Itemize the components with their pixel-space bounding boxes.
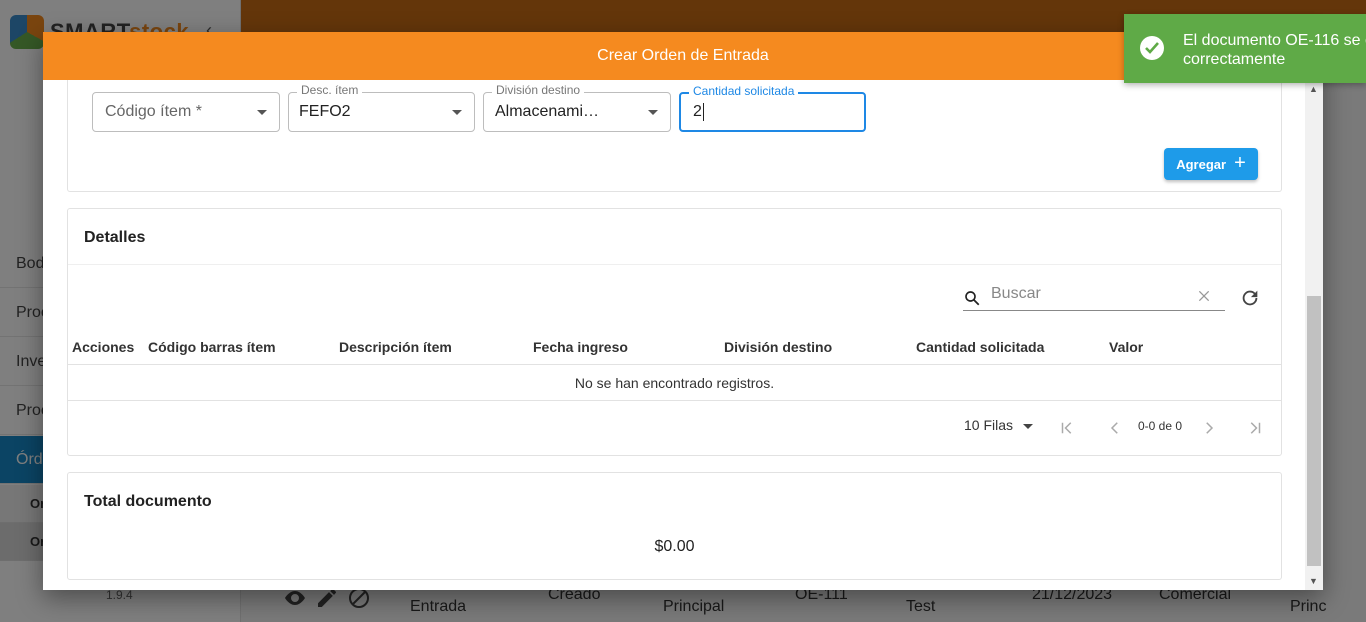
- search-icon: [965, 291, 980, 306]
- modal-scrollbar[interactable]: ▲ ▼: [1305, 80, 1323, 590]
- item-form-card: Código ítem * Desc. ítem FEFO2 División …: [67, 80, 1282, 192]
- total-document-title: Total documento: [84, 493, 212, 510]
- column-header-acciones[interactable]: Acciones: [72, 339, 134, 355]
- desc-item-value: FEFO2: [299, 103, 351, 120]
- last-page-icon[interactable]: [1246, 419, 1264, 437]
- page-info: 0-0 de 0: [1138, 419, 1183, 433]
- scroll-down-arrow-icon[interactable]: ▼: [1309, 576, 1318, 586]
- search-input[interactable]: Buscar: [991, 285, 1041, 303]
- column-header-descripcion[interactable]: Descripción ítem: [339, 339, 452, 355]
- pagination: 10 Filas 0-0 de 0: [68, 401, 1281, 455]
- column-header-cantidad-solicitada[interactable]: Cantidad solicitada: [916, 339, 1044, 355]
- empty-table-message: No se han encontrado registros.: [68, 366, 1281, 401]
- desc-item-select[interactable]: Desc. ítem FEFO2: [288, 83, 475, 132]
- details-title: Detalles: [84, 229, 146, 246]
- total-document-card: Total documento $0.00: [67, 472, 1282, 580]
- column-header-codigo-barras[interactable]: Código barras ítem: [148, 339, 276, 355]
- division-destino-label: División destino: [492, 83, 585, 97]
- check-circle-icon: [1140, 36, 1164, 60]
- codigo-item-select[interactable]: Código ítem *: [92, 92, 280, 132]
- first-page-icon[interactable]: [1058, 419, 1076, 437]
- cantidad-solicitada-label: Cantidad solicitada: [689, 84, 799, 98]
- division-destino-select[interactable]: División destino Almacenami…: [483, 83, 671, 132]
- codigo-item-placeholder: Código ítem *: [105, 103, 202, 120]
- cantidad-solicitada-input[interactable]: Cantidad solicitada 2: [679, 84, 866, 132]
- search-field[interactable]: Buscar: [963, 285, 1225, 311]
- plus-icon: +: [1234, 152, 1246, 174]
- table-header: Acciones Código barras ítem Descripción …: [68, 329, 1281, 365]
- add-item-button[interactable]: Agregar +: [1164, 148, 1258, 180]
- refresh-icon[interactable]: [1239, 287, 1261, 309]
- clear-search-icon[interactable]: [1197, 289, 1211, 303]
- dropdown-arrow-icon: [452, 110, 462, 115]
- dropdown-arrow-icon: [648, 110, 658, 115]
- divider: [68, 264, 1281, 265]
- column-header-fecha-ingreso[interactable]: Fecha ingreso: [533, 339, 628, 355]
- modal-body: Código ítem * Desc. ítem FEFO2 División …: [43, 80, 1305, 590]
- details-card: Detalles Buscar Acciones Código barras í…: [67, 208, 1282, 456]
- rows-per-page-value: 10 Filas: [964, 417, 1014, 433]
- scrollbar-thumb[interactable]: [1307, 296, 1321, 566]
- cantidad-solicitada-value: 2: [693, 103, 704, 121]
- dropdown-arrow-icon: [1023, 424, 1034, 429]
- scroll-up-arrow-icon[interactable]: ▲: [1309, 84, 1318, 94]
- division-destino-value: Almacenami…: [495, 103, 600, 120]
- toast-message-line-1: El documento OE-116 se c: [1183, 32, 1366, 49]
- desc-item-label: Desc. ítem: [297, 83, 363, 97]
- column-header-valor[interactable]: Valor: [1109, 339, 1143, 355]
- dropdown-arrow-icon: [257, 110, 267, 115]
- success-toast[interactable]: El documento OE-116 se c correctamente: [1124, 14, 1366, 83]
- add-button-label: Agregar: [1176, 156, 1227, 172]
- previous-page-icon[interactable]: [1106, 419, 1124, 437]
- toast-message-line-2: correctamente: [1183, 51, 1286, 68]
- column-header-division-destino[interactable]: División destino: [724, 339, 832, 355]
- next-page-icon[interactable]: [1200, 419, 1218, 437]
- rows-per-page-select[interactable]: 10 Filas: [964, 417, 1034, 433]
- toast-message: El documento OE-116 se c correctamente: [1183, 31, 1366, 69]
- total-document-value: $0.00: [654, 538, 695, 555]
- create-entry-order-modal: Crear Orden de Entrada Código ítem * Des…: [43, 32, 1323, 590]
